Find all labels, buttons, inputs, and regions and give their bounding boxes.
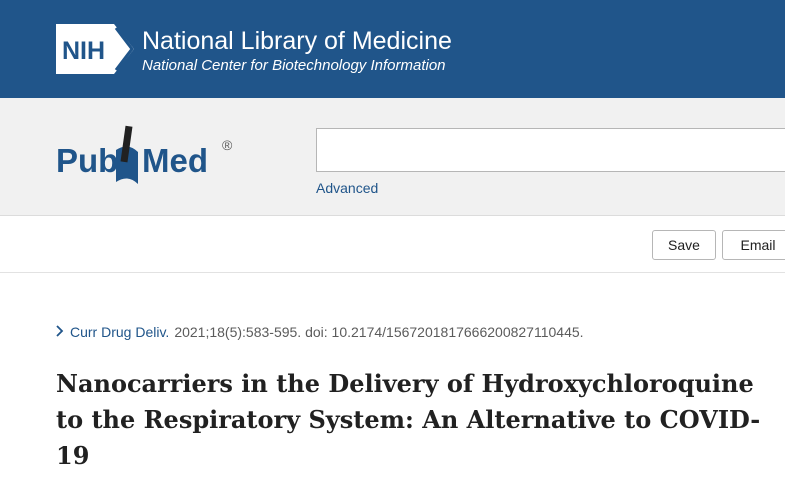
- svg-text:NIH: NIH: [62, 37, 105, 65]
- nih-header: NIH National Library of Medicine Nationa…: [0, 0, 785, 98]
- search-input[interactable]: [316, 128, 785, 172]
- pubmed-logo-icon: Pub Med ®: [56, 125, 233, 184]
- citation-details: 2021;18(5):583-595. doi: 10.2174/1567201…: [174, 324, 584, 340]
- nih-text-block: National Library of Medicine National Ce…: [142, 27, 452, 76]
- save-button[interactable]: Save: [652, 230, 716, 260]
- article-title: Nanocarriers in the Delivery of Hydroxyc…: [56, 369, 761, 470]
- pubmed-logo[interactable]: Pub Med ®: [56, 122, 241, 188]
- action-toolbar: Save Email: [0, 216, 785, 273]
- nih-subtitle[interactable]: National Center for Biotechnology Inform…: [142, 56, 452, 76]
- nih-title[interactable]: National Library of Medicine: [142, 27, 452, 55]
- article-citation: Curr Drug Deliv. 2021;18(5):583-595. doi…: [56, 324, 584, 340]
- svg-text:Med: Med: [142, 142, 208, 179]
- nih-logo-icon: NIH: [56, 24, 134, 74]
- journal-link[interactable]: Curr Drug Deliv.: [70, 324, 169, 340]
- advanced-search-link[interactable]: Advanced: [316, 180, 378, 196]
- nih-logo[interactable]: NIH: [56, 24, 134, 74]
- email-button[interactable]: Email: [722, 230, 785, 260]
- svg-text:®: ®: [222, 137, 233, 153]
- chevron-right-icon: [56, 324, 70, 340]
- svg-text:Pub: Pub: [56, 142, 118, 179]
- search-band: Pub Med ® Advanced: [0, 98, 785, 216]
